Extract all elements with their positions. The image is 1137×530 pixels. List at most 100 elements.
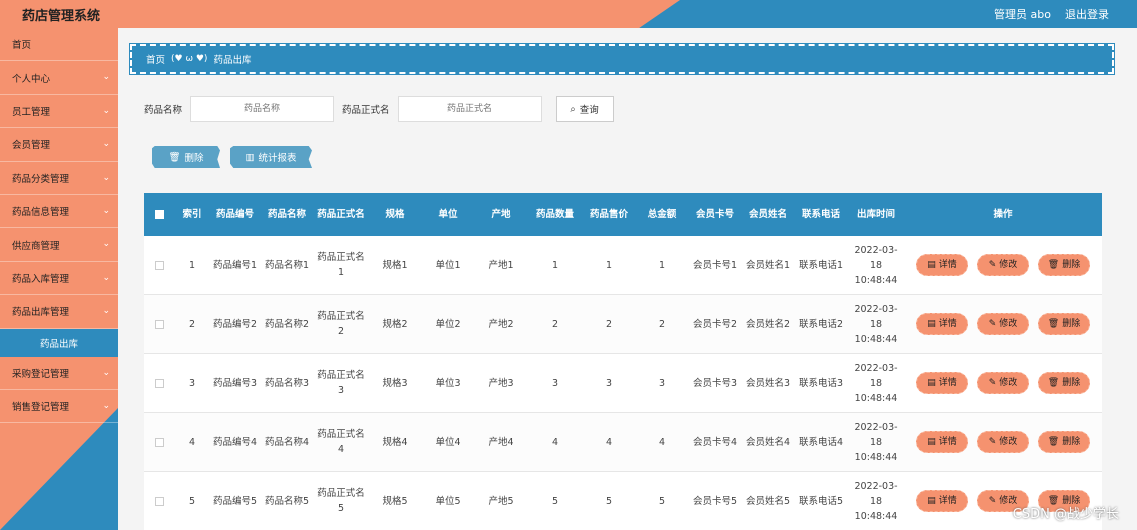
delete-button-label: 删除 (1062, 377, 1081, 388)
cell-member-card: 会员卡号5 (692, 495, 738, 507)
delete-button[interactable]: 🗑 删除 (1038, 372, 1090, 394)
drug-name-input[interactable] (190, 96, 335, 122)
cell-quantity: 4 (551, 436, 559, 448)
pencil-icon: ✎ (988, 436, 997, 447)
delete-button[interactable]: 🗑 删除 (1038, 313, 1090, 335)
query-button-label: 查询 (579, 105, 599, 116)
sidebar-item-after-0[interactable]: 采购登记管理 ⌄ (0, 357, 118, 390)
delete-button[interactable]: 🗑 删除 (1038, 254, 1090, 276)
sidebar-item-5[interactable]: 药品信息管理 ⌄ (0, 195, 118, 229)
row-checkbox[interactable] (154, 496, 164, 506)
edit-button[interactable]: ✎ 修改 (977, 254, 1029, 276)
cell-total: 5 (658, 495, 666, 507)
detail-button[interactable]: ▤ 详情 (916, 431, 968, 453)
batch-delete-button[interactable]: 🗑 删除 (152, 146, 220, 168)
row-actions: ▤ 详情 ✎ 修改 🗑 删除 (904, 236, 1102, 294)
sidebar-item-8[interactable]: 药品出库管理 ⌄ (0, 295, 118, 329)
row-checkbox[interactable] (154, 260, 164, 270)
detail-button[interactable]: ▤ 详情 (916, 313, 968, 335)
stats-report-label: 统计报表 (258, 153, 297, 164)
row-checkbox-cell (144, 472, 174, 530)
sidebar-item-3[interactable]: 会员管理 ⌄ (0, 128, 118, 162)
select-all-checkbox[interactable] (154, 210, 164, 219)
edit-button-label: 修改 (999, 377, 1018, 388)
search-bar: 药品名称 药品正式名 ⌕ 查询 (144, 96, 614, 122)
detail-button-label: 详情 (938, 318, 957, 329)
document-icon: ▤ (927, 436, 936, 447)
header-accent-band (0, 0, 680, 28)
chevron-down-icon: ⌄ (102, 72, 110, 83)
sidebar-item-6[interactable]: 供应商管理 ⌄ (0, 228, 118, 262)
cell-time: 2022-03-18 10:48:44 (854, 303, 898, 345)
cell-member-card: 会员卡号2 (692, 318, 738, 330)
cell-time: 2022-03-18 10:48:44 (854, 421, 898, 463)
cell-member-card: 会员卡号4 (692, 436, 738, 448)
sidebar-item-1[interactable]: 个人中心 ⌄ (0, 61, 118, 95)
cell-code: 药品编号2 (212, 318, 258, 330)
cell-spec: 规格1 (382, 259, 408, 271)
cell-quantity: 3 (551, 377, 559, 389)
sidebar-subitem-active[interactable]: 药品出库 (0, 328, 118, 357)
batch-delete-label: 删除 (184, 153, 204, 164)
chevron-down-icon: ⌄ (102, 172, 110, 183)
chevron-down-icon: ⌄ (102, 367, 110, 378)
cell-index: 3 (188, 377, 196, 389)
row-checkbox-cell (144, 413, 174, 471)
cell-phone: 联系电话1 (798, 259, 844, 271)
sidebar-item-after-1[interactable]: 销售登记管理 ⌄ (0, 390, 118, 424)
cell-code: 药品编号4 (212, 436, 258, 448)
breadcrumb-emoji: (♥ ω ♥) (171, 54, 208, 64)
cell-spec: 规格5 (382, 495, 408, 507)
chevron-down-icon: ⌄ (102, 239, 110, 250)
header-spec: 规格 (385, 209, 405, 220)
cell-index: 2 (188, 318, 196, 330)
cell-phone: 联系电话5 (798, 495, 844, 507)
row-checkbox[interactable] (154, 378, 164, 388)
pencil-icon: ✎ (988, 377, 997, 388)
cell-origin: 产地4 (488, 436, 514, 448)
sidebar-item-label: 会员管理 (12, 140, 51, 152)
cell-fullname: 药品正式名2 (317, 311, 365, 337)
sidebar-item-label: 员工管理 (12, 106, 51, 118)
cell-index: 4 (188, 436, 196, 448)
cell-total: 2 (658, 318, 666, 330)
delete-button[interactable]: 🗑 删除 (1038, 431, 1090, 453)
chevron-down-icon: ⌄ (102, 272, 110, 283)
document-icon: ▤ (927, 318, 936, 329)
cell-time: 2022-03-18 10:48:44 (854, 244, 898, 286)
edit-button[interactable]: ✎ 修改 (977, 313, 1029, 335)
cell-code: 药品编号5 (212, 495, 258, 507)
header-index: 索引 (182, 209, 202, 220)
sidebar-item-2[interactable]: 员工管理 ⌄ (0, 95, 118, 129)
detail-button[interactable]: ▤ 详情 (916, 490, 968, 512)
sidebar: 首页 个人中心 ⌄ 员工管理 ⌄ 会员管理 ⌄ 药品分类管理 ⌄ 药品信息管理 ⌄ 供应商管理 ⌄ 药品入… (0, 28, 118, 530)
row-checkbox-cell (144, 236, 174, 294)
sidebar-item-7[interactable]: 药品入库管理 ⌄ (0, 262, 118, 296)
edit-button[interactable]: ✎ 修改 (977, 372, 1029, 394)
stats-report-button[interactable]: ▥ 统计报表 (230, 146, 312, 168)
cell-time: 2022-03-18 10:48:44 (854, 480, 898, 522)
sidebar-decoration (0, 408, 118, 530)
logout-link[interactable]: 退出登录 (1065, 6, 1109, 22)
cell-unit: 单位5 (435, 495, 461, 507)
row-checkbox[interactable] (154, 437, 164, 447)
header-member-card: 会员卡号 (695, 209, 734, 220)
query-button[interactable]: ⌕ 查询 (555, 96, 614, 122)
detail-button[interactable]: ▤ 详情 (916, 372, 968, 394)
header-checkbox-cell (144, 193, 174, 236)
fullname-label: 药品正式名 (342, 105, 390, 116)
delete-button-label: 删除 (1062, 259, 1081, 270)
detail-button[interactable]: ▤ 详情 (916, 254, 968, 276)
cell-member-name: 会员姓名1 (745, 259, 791, 271)
sidebar-item-label: 供应商管理 (12, 240, 60, 252)
breadcrumb-home[interactable]: 首页 (146, 52, 165, 66)
trash-icon: 🗑 (1047, 436, 1060, 447)
row-actions: ▤ 详情 ✎ 修改 🗑 删除 (904, 295, 1102, 353)
sidebar-item-4[interactable]: 药品分类管理 ⌄ (0, 162, 118, 195)
edit-button[interactable]: ✎ 修改 (977, 431, 1029, 453)
sidebar-item-0[interactable]: 首页 (0, 28, 118, 62)
drug-fullname-input[interactable] (397, 96, 542, 122)
cell-member-name: 会员姓名5 (745, 495, 791, 507)
cell-phone: 联系电话2 (798, 318, 844, 330)
row-checkbox[interactable] (154, 319, 164, 329)
